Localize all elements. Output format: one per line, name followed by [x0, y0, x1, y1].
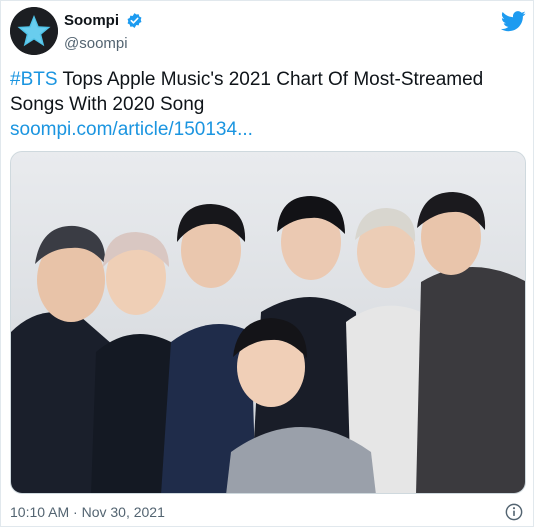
hashtag-link[interactable]: #BTS: [10, 69, 58, 90]
account-handle[interactable]: @soompi: [64, 35, 143, 52]
info-icon[interactable]: [505, 503, 523, 521]
display-name[interactable]: Soompi: [64, 12, 119, 29]
verified-badge-icon: [128, 13, 142, 29]
account-name-block[interactable]: Soompi @soompi: [64, 12, 143, 52]
article-link[interactable]: soompi.com/article/150134...: [10, 117, 520, 142]
tweet-card[interactable]: Soompi @soompi #BTS Tops Apple Music's 2…: [0, 0, 534, 527]
group-photo: [11, 152, 525, 493]
tweet-text: #BTS Tops Apple Music's 2021 Chart Of Mo…: [10, 67, 520, 142]
avatar[interactable]: [10, 7, 58, 55]
tweet-timestamp[interactable]: 10:10 AM · Nov 30, 2021: [10, 504, 165, 520]
tweet-photo[interactable]: [10, 151, 526, 494]
star-logo-icon: [10, 7, 58, 55]
tweet-headline: Tops Apple Music's 2021 Chart Of Most-St…: [10, 69, 484, 115]
twitter-bird-icon[interactable]: [501, 11, 526, 32]
tweet-header: Soompi @soompi: [10, 7, 526, 55]
